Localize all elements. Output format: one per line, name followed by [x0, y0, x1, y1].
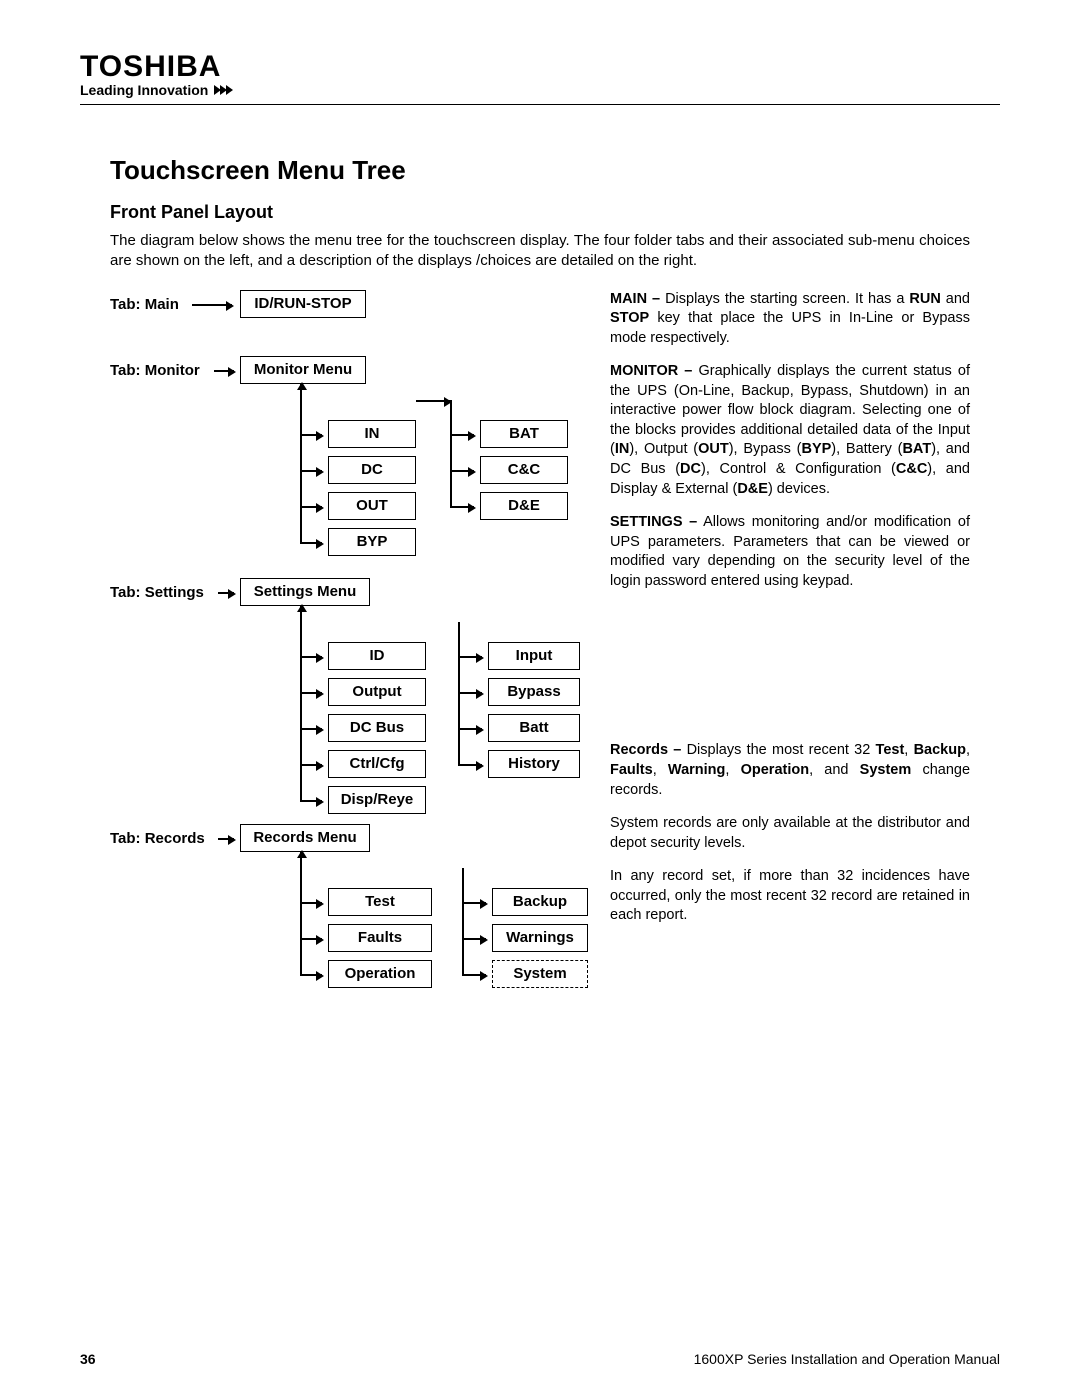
- box-bat: BAT: [480, 420, 568, 448]
- arrow-icon: [462, 938, 486, 940]
- desc-rec-note: In any record set, if more than 32 incid…: [610, 867, 970, 926]
- line: [416, 400, 450, 402]
- box-faults: Faults: [328, 924, 432, 952]
- tab-main-label: Tab: Main: [110, 296, 179, 313]
- tagline: Leading Innovation: [80, 82, 1000, 98]
- intro-text: The diagram below shows the menu tree fo…: [110, 231, 970, 272]
- page-title: Touchscreen Menu Tree: [110, 155, 1000, 186]
- arrow-icon: [462, 902, 486, 904]
- box-de: D&E: [480, 492, 568, 520]
- arrow-icon: [450, 434, 474, 436]
- brand-logo: TOSHIBA: [80, 50, 1000, 84]
- arrow-icon: [458, 728, 482, 730]
- box-id-run-stop: ID/RUN-STOP: [240, 290, 366, 318]
- box-dc: DC: [328, 456, 416, 484]
- arrow-icon: [450, 470, 474, 472]
- box-dcbus: DC Bus: [328, 714, 426, 742]
- box-out: OUT: [328, 492, 416, 520]
- tab-monitor-label: Tab: Monitor: [110, 362, 200, 379]
- box-in: IN: [328, 420, 416, 448]
- label-main: MAIN –: [610, 291, 660, 307]
- arrow-icon: [218, 838, 234, 840]
- desc-monitor: MONITOR – Graphically displays the curre…: [610, 362, 970, 499]
- arrow-icon: [300, 656, 322, 658]
- arrow-icon: [458, 692, 482, 694]
- box-id: ID: [328, 642, 426, 670]
- label-settings: SETTINGS –: [610, 514, 697, 530]
- tab-records-label: Tab: Records: [110, 830, 205, 847]
- arrow-icon: [214, 370, 234, 372]
- chevron-icon: [214, 85, 232, 95]
- box-cc: C&C: [480, 456, 568, 484]
- tab-settings-label: Tab: Settings: [110, 584, 204, 601]
- box-operation: Operation: [328, 960, 432, 988]
- arrow-icon: [300, 692, 322, 694]
- arrow-icon: [300, 506, 322, 508]
- arrow-icon: [300, 902, 322, 904]
- description-column: MAIN – Displays the starting screen. It …: [610, 290, 970, 1020]
- label-records: Records –: [610, 742, 681, 758]
- box-output: Output: [328, 678, 426, 706]
- arrow-icon: [300, 470, 322, 472]
- arrow-icon: [300, 728, 322, 730]
- arrow-icon: [300, 974, 322, 976]
- line: [300, 384, 302, 544]
- arrow-icon: [300, 434, 322, 436]
- box-system: System: [492, 960, 588, 988]
- box-backup: Backup: [492, 888, 588, 916]
- arrow-icon: [300, 764, 322, 766]
- arrow-icon: [300, 938, 322, 940]
- label-monitor: MONITOR –: [610, 363, 692, 379]
- line: [300, 852, 302, 976]
- box-batt: Batt: [488, 714, 580, 742]
- box-ctrlcfg: Ctrl/Cfg: [328, 750, 426, 778]
- page-number: 36: [80, 1351, 96, 1367]
- box-warnings: Warnings: [492, 924, 588, 952]
- content-row: Tab: Main ID/RUN-STOP Tab: Monitor Monit…: [110, 290, 970, 1020]
- box-settings-menu: Settings Menu: [240, 578, 370, 606]
- desc-settings: SETTINGS – Allows monitoring and/or modi…: [610, 513, 970, 591]
- box-byp: BYP: [328, 528, 416, 556]
- tagline-text: Leading Innovation: [80, 82, 208, 98]
- desc-main: MAIN – Displays the starting screen. It …: [610, 290, 970, 349]
- desc-records: Records – Displays the most recent 32 Te…: [610, 741, 970, 800]
- arrow-icon: [192, 304, 232, 306]
- box-monitor-menu: Monitor Menu: [240, 356, 366, 384]
- arrow-icon: [300, 800, 322, 802]
- desc-sys-note: System records are only available at the…: [610, 814, 970, 853]
- footer-doc-title: 1600XP Series Installation and Operation…: [694, 1351, 1000, 1367]
- line: [300, 606, 302, 802]
- page: TOSHIBA Leading Innovation Touchscreen M…: [0, 0, 1080, 1397]
- section-title: Front Panel Layout: [110, 202, 1000, 223]
- arrow-icon: [462, 974, 486, 976]
- line: [450, 400, 452, 508]
- line: [458, 622, 460, 766]
- header-rule: [80, 104, 1000, 105]
- menu-tree-diagram: Tab: Main ID/RUN-STOP Tab: Monitor Monit…: [110, 290, 590, 1020]
- box-input: Input: [488, 642, 580, 670]
- arrow-icon: [458, 656, 482, 658]
- arrow-icon: [300, 542, 322, 544]
- footer: 36 1600XP Series Installation and Operat…: [80, 1351, 1000, 1367]
- box-bypass: Bypass: [488, 678, 580, 706]
- box-dispreye: Disp/Reye: [328, 786, 426, 814]
- box-history: History: [488, 750, 580, 778]
- box-test: Test: [328, 888, 432, 916]
- arrow-icon: [218, 592, 234, 594]
- box-records-menu: Records Menu: [240, 824, 370, 852]
- arrow-icon: [458, 764, 482, 766]
- line: [462, 868, 464, 976]
- arrow-icon: [450, 506, 474, 508]
